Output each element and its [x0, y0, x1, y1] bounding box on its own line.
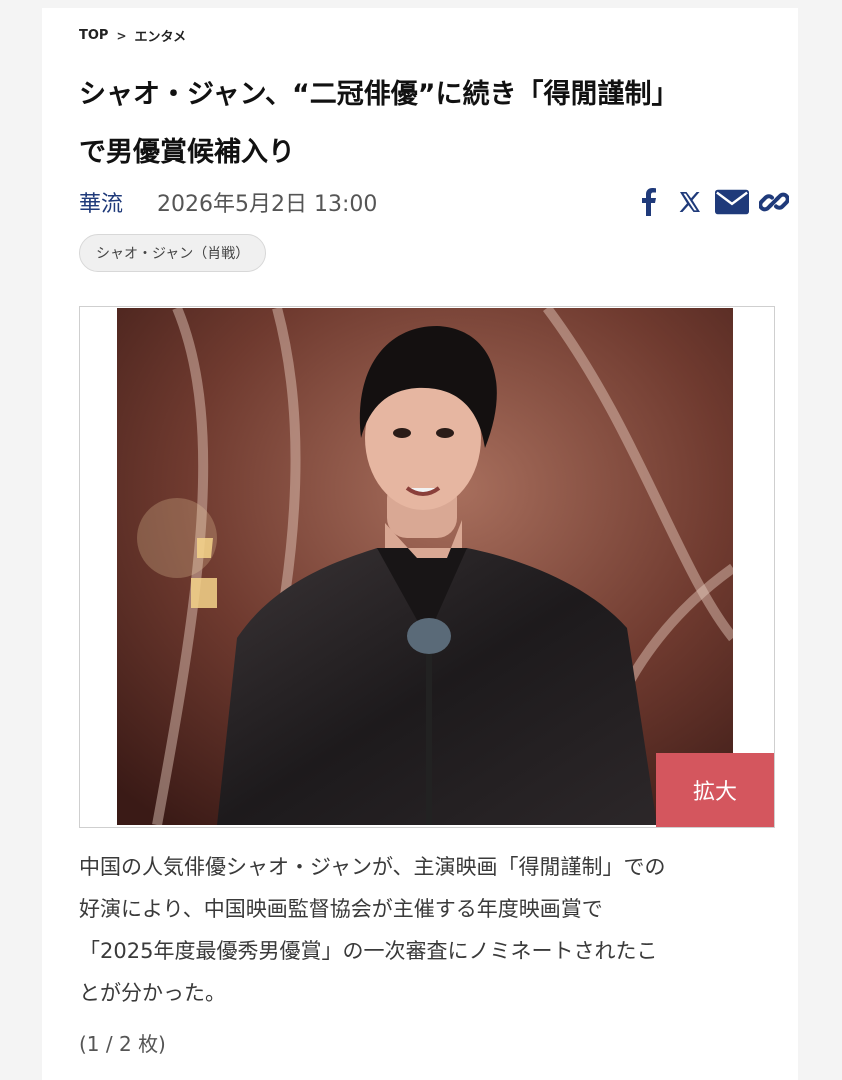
- article-figure: 拡大: [79, 306, 775, 828]
- body-line-4: とが分かった。: [79, 981, 226, 1005]
- category-link[interactable]: 華流: [79, 186, 123, 218]
- breadcrumb-top-link[interactable]: TOP: [79, 28, 108, 43]
- body-line-3: 「2025年度最優秀男優賞」の一次審査にノミネートされたこ: [79, 939, 658, 963]
- article-body: 中国の人気俳優シャオ・ジャンが、主演映画「得閒謹制」での 好演により、中国映画監…: [79, 846, 779, 1014]
- article-page: TOP > エンタメ シャオ・ジャン、“二冠俳優”に続き「得閒謹制」 で男優賞候…: [42, 8, 798, 1080]
- publish-datetime: 2026年5月2日 13:00: [157, 192, 378, 217]
- link-icon[interactable]: [757, 185, 791, 219]
- body-line-1: 中国の人気俳優シャオ・ジャンが、主演映画「得閒謹制」での: [79, 855, 666, 879]
- facebook-icon[interactable]: [631, 185, 665, 219]
- breadcrumb-separator: >: [116, 28, 127, 43]
- breadcrumb-entame-link[interactable]: エンタメ: [135, 26, 187, 45]
- expand-image-button[interactable]: 拡大: [656, 753, 774, 827]
- headline-line-1: シャオ・ジャン、“二冠俳優”に続き「得閒謹制」: [79, 79, 679, 110]
- share-buttons: [631, 185, 791, 219]
- body-line-2: 好演により、中国映画監督協会が主催する年度映画賞で: [79, 897, 603, 921]
- x-icon[interactable]: [673, 185, 707, 219]
- article-headline: シャオ・ジャン、“二冠俳優”に続き「得閒謹制」 で男優賞候補入り: [79, 66, 779, 182]
- breadcrumb: TOP > エンタメ: [79, 26, 186, 45]
- image-counter: (1 / 2 枚): [79, 1032, 166, 1056]
- article-meta: 華流 2026年5月2日 13:00: [79, 182, 791, 222]
- topic-tag[interactable]: シャオ・ジャン（肖戦）: [79, 234, 267, 272]
- headline-line-2: で男優賞候補入り: [79, 137, 295, 168]
- article-photo[interactable]: [117, 308, 733, 825]
- mail-icon[interactable]: [715, 185, 749, 219]
